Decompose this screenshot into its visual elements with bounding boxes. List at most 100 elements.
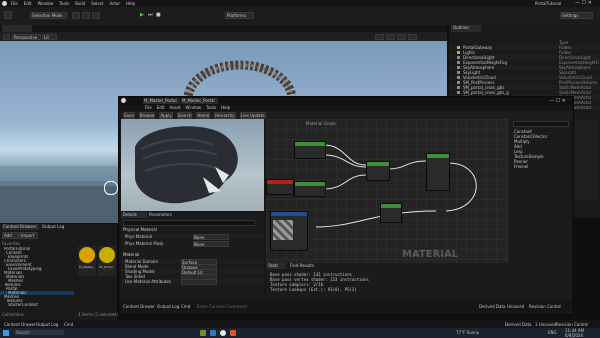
material-node[interactable] <box>294 181 326 197</box>
window-controls[interactable]: — ☐ ✕ <box>575 0 592 6</box>
stop-icon[interactable]: ■ <box>156 12 161 18</box>
selection-mode-dropdown[interactable]: Selection Mode <box>30 12 67 19</box>
mat-menu-window[interactable]: Window <box>185 105 201 110</box>
mat-revision-button[interactable]: Revision Control <box>529 304 561 309</box>
parameters-tab[interactable]: Parameters <box>149 212 172 217</box>
output-log-button[interactable]: Output Log <box>36 322 58 327</box>
menu-window[interactable]: Window <box>37 1 53 6</box>
palette-list: Constant Constant3Vector Multiply Add Lerp Te… <box>511 129 571 169</box>
texture-sample-node[interactable] <box>270 211 308 251</box>
unreal-logo-icon[interactable] <box>2 1 7 6</box>
console-command-input[interactable]: Enter Console Command <box>197 304 247 309</box>
details-tab[interactable]: Details <box>121 212 147 218</box>
asset-tile[interactable]: M_Master_Portal <box>78 246 96 276</box>
material-node[interactable] <box>366 161 390 181</box>
mat-unsaved-indicator[interactable]: Unsaved <box>507 304 524 309</box>
mat-output-log-button[interactable]: Output Log <box>157 304 179 309</box>
folder-tree-item[interactable]: StarterContent <box>0 303 74 307</box>
mat-menu-file[interactable]: File <box>145 105 152 110</box>
add-actor-icon[interactable] <box>72 12 80 19</box>
material-tab-2[interactable]: M_Master_Portal <box>181 98 218 104</box>
mat-menu-help[interactable]: Help <box>221 105 230 110</box>
menu-edit[interactable]: Edit <box>24 1 32 6</box>
menu-file[interactable]: File <box>11 1 18 6</box>
menu-tools[interactable]: Tools <box>59 1 69 6</box>
blueprint-icon[interactable] <box>82 12 90 19</box>
skip-icon[interactable]: ⏭ <box>148 12 153 18</box>
physical-material-section[interactable]: Physical Material <box>123 227 157 232</box>
mat-save-button[interactable]: Save <box>123 112 135 119</box>
viewport-tab[interactable] <box>2 25 32 32</box>
save-icon[interactable] <box>4 11 12 19</box>
material-window-controls[interactable]: — ☐ ✕ <box>549 98 566 104</box>
mat-menu-edit[interactable]: Edit <box>157 105 165 110</box>
import-button[interactable]: Import <box>19 232 38 239</box>
material-preview-viewport[interactable] <box>121 119 264 211</box>
palette-search-input[interactable] <box>513 121 569 127</box>
mat-menu-tools[interactable]: Tools <box>206 105 216 110</box>
app-icon[interactable] <box>210 330 216 336</box>
material-tab-1[interactable]: M_Master_Portal <box>143 98 180 104</box>
mat-hierarchy-button[interactable]: Hierarchy <box>214 112 236 119</box>
mat-apply-button[interactable]: Apply <box>159 112 173 119</box>
material-node[interactable] <box>294 141 326 159</box>
mat-live-update-button[interactable]: Live Update <box>239 112 266 119</box>
material-graph[interactable]: Material Graph MATERIAL <box>266 119 509 281</box>
rotation-snap-icon[interactable] <box>386 34 395 40</box>
derived-data-button[interactable]: Derived Data <box>505 322 532 327</box>
weather-widget[interactable]: 77°F Sunny <box>456 330 479 335</box>
material-node[interactable] <box>426 153 450 191</box>
output-log-tab[interactable]: Output Log <box>42 224 64 229</box>
material-node[interactable] <box>266 179 294 195</box>
mat-menu-asset[interactable]: Asset <box>169 105 180 110</box>
prop-value[interactable] <box>181 279 217 285</box>
menu-help[interactable]: Help <box>126 1 135 6</box>
asset-tile[interactable]: MI_Portal <box>98 246 116 276</box>
collections-header[interactable]: Collections <box>2 312 24 317</box>
material-section[interactable]: Material <box>123 252 139 257</box>
revision-control-button[interactable]: Revision Control <box>556 322 588 327</box>
start-icon[interactable] <box>3 330 9 336</box>
details-search-input[interactable] <box>123 220 255 226</box>
prop-row: Use Material Attributes <box>121 279 264 285</box>
find-results-tab[interactable]: Find Results <box>290 263 314 268</box>
taskbar-search-input[interactable]: Search <box>14 330 64 335</box>
settings-button[interactable]: Settings <box>560 12 593 19</box>
content-browser-tab[interactable]: Content Browser <box>2 224 39 230</box>
mat-search-button[interactable]: Search <box>176 112 193 119</box>
cinematics-icon[interactable] <box>92 12 100 19</box>
unsaved-indicator[interactable]: 1 Unsaved <box>535 322 556 327</box>
mat-cmd-dropdown[interactable]: Cmd <box>181 304 190 309</box>
unreal-taskbar-icon[interactable] <box>220 330 226 336</box>
mat-home-button[interactable]: Home <box>196 112 211 119</box>
grid-snap-icon[interactable] <box>375 34 384 40</box>
mat-browse-button[interactable]: Browse <box>138 112 156 119</box>
app-icon[interactable] <box>230 330 236 336</box>
outliner-tab[interactable]: Outliner <box>451 25 481 32</box>
palette-item[interactable]: Fresnel <box>511 164 571 169</box>
mat-content-drawer-button[interactable]: Content Drawer <box>123 304 155 309</box>
cmd-dropdown[interactable]: Cmd <box>64 322 73 327</box>
play-icon[interactable]: ▶ <box>140 12 144 18</box>
scale-snap-icon[interactable] <box>397 34 406 40</box>
menu-select[interactable]: Select <box>91 1 103 6</box>
mat-derived-data-button[interactable]: Derived Data <box>479 304 506 309</box>
platforms-dropdown[interactable]: Platforms <box>225 12 254 19</box>
palette-item-label: Fresnel <box>514 164 529 169</box>
material-node[interactable] <box>380 203 402 223</box>
lit-button[interactable]: Lit <box>42 34 57 40</box>
add-button[interactable]: Add <box>2 232 19 239</box>
stats-tab[interactable]: Stats <box>266 263 286 269</box>
camera-speed-icon[interactable] <box>408 34 417 40</box>
stats-line: Texture Lookups (Est.): VS(0), PS(2) <box>270 287 357 292</box>
menu-build[interactable]: Build <box>75 1 85 6</box>
app-icon[interactable] <box>200 330 206 336</box>
language-indicator[interactable]: ENG <box>548 330 557 335</box>
perspective-button[interactable]: Perspective <box>12 34 41 40</box>
phys-material-mask-field[interactable]: None <box>193 241 229 247</box>
content-drawer-button[interactable]: Content Drawer <box>4 322 36 327</box>
menu-icon[interactable] <box>3 34 10 40</box>
menu-actor[interactable]: Actor <box>109 1 120 6</box>
transform-gizmo-icon[interactable] <box>104 181 118 195</box>
clock-date[interactable]: 6/9/2024 <box>565 333 583 338</box>
